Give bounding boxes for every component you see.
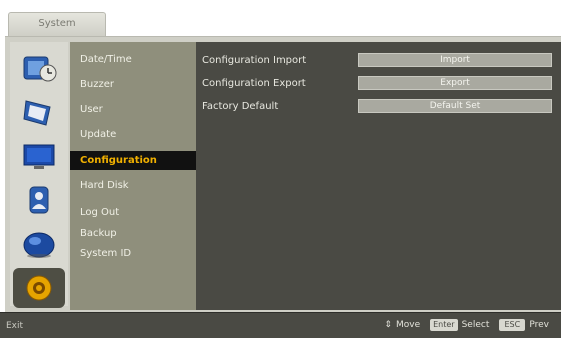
display-icon[interactable] [13, 92, 65, 132]
monitor-icon[interactable] [13, 136, 65, 176]
network-globe-icon[interactable] [13, 224, 65, 264]
tab-system[interactable]: System [8, 12, 106, 36]
prev-hint: Prev [529, 320, 549, 330]
menu-item-date-time[interactable]: Date/Time [70, 50, 196, 69]
system-submenu: Date/Time Buzzer User Update Configurati… [70, 42, 196, 310]
date-time-icon[interactable] [13, 48, 65, 88]
select-hint: Select [461, 320, 490, 330]
menu-item-configuration[interactable]: Configuration [70, 151, 196, 170]
menu-item-hard-disk[interactable]: Hard Disk [70, 176, 196, 195]
menu-item-user[interactable]: User [70, 100, 196, 119]
default-set-button[interactable]: Default Set [358, 99, 552, 113]
tab-strip: System [0, 0, 561, 36]
factory-default-label: Factory Default [202, 101, 279, 112]
up-down-arrows-icon: ⇕ [384, 320, 392, 330]
exit-hint[interactable]: Exit [6, 321, 23, 331]
move-hint: Move [395, 320, 421, 330]
config-import-label: Configuration Import [202, 55, 307, 66]
key-hints: ⇕ Move Enter Select ESC Prev [384, 319, 555, 331]
enter-key-badge: Enter [430, 319, 458, 331]
menu-item-backup[interactable]: Backup [70, 224, 196, 243]
menu-item-update[interactable]: Update [70, 125, 196, 144]
configuration-panel: Configuration Import Import Configuratio… [196, 42, 561, 310]
system-gear-icon[interactable] [13, 268, 65, 308]
config-export-label: Configuration Export [202, 78, 306, 89]
icon-rail [10, 42, 68, 308]
menu-item-buzzer[interactable]: Buzzer [70, 75, 196, 94]
user-icon[interactable] [13, 180, 65, 220]
status-bar: Exit ⇕ Move Enter Select ESC Prev [0, 312, 561, 338]
menu-item-log-out[interactable]: Log Out [70, 203, 196, 222]
export-button[interactable]: Export [358, 76, 552, 90]
import-button[interactable]: Import [358, 53, 552, 67]
menu-item-system-id[interactable]: System ID [70, 244, 196, 263]
esc-key-badge: ESC [499, 319, 526, 331]
